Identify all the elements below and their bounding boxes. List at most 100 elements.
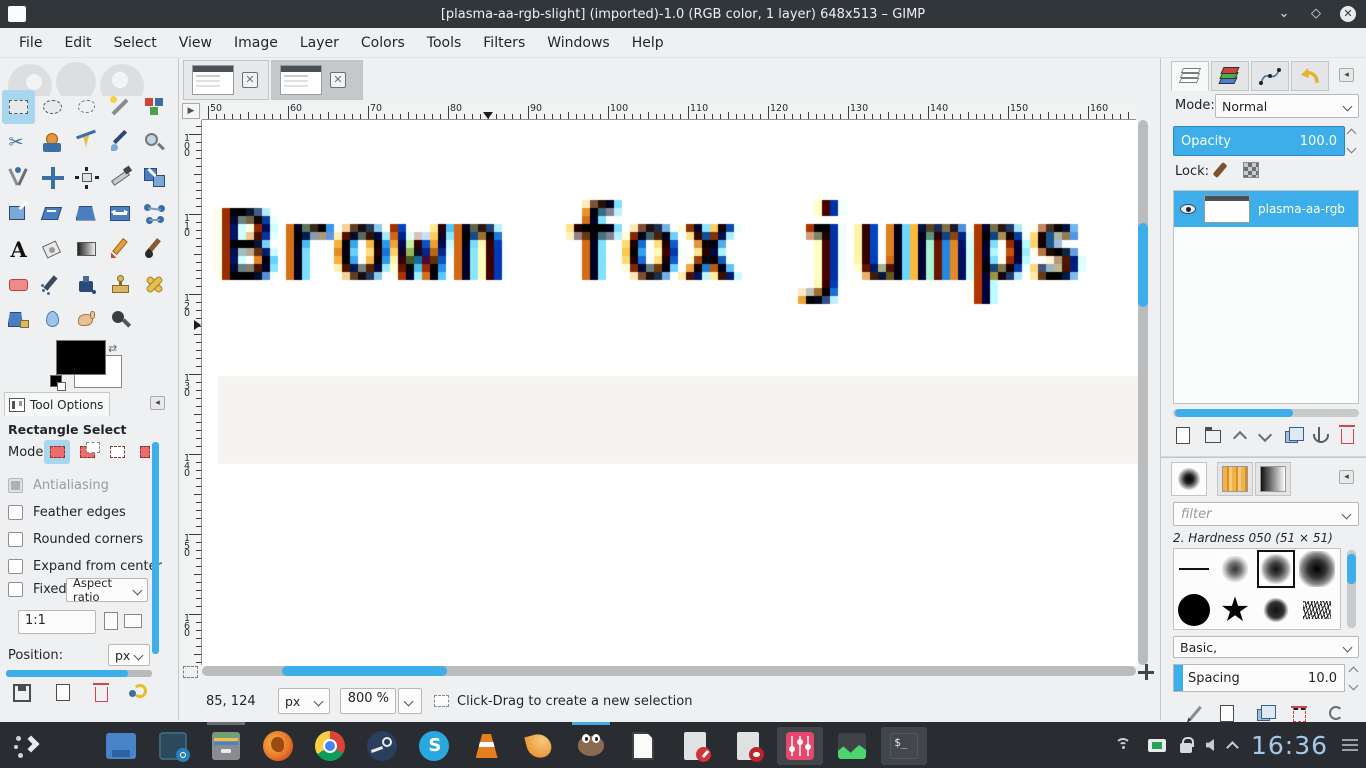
image-tab-1[interactable]: ✕ — [183, 60, 269, 100]
tool-align[interactable] — [70, 161, 103, 195]
taskbar-app-vlc[interactable] — [464, 727, 510, 765]
aspect-ratio-input[interactable]: 1:1 — [18, 610, 96, 634]
clock[interactable]: 16:36 — [1251, 731, 1328, 760]
taskbar-app-firefox[interactable] — [255, 727, 301, 765]
unit-dropdown[interactable]: px — [278, 688, 330, 714]
tool-paths[interactable] — [70, 126, 103, 160]
taskbar-app-terminal[interactable]: $_ — [881, 727, 927, 765]
lower-layer-button[interactable] — [1258, 428, 1272, 442]
brush-soft-dot-small[interactable] — [1215, 549, 1255, 589]
brush-soft-dot-medium[interactable] — [1256, 549, 1296, 589]
menu-layer[interactable]: Layer — [289, 31, 350, 55]
landscape-button[interactable] — [124, 614, 142, 628]
brush-group-dropdown[interactable]: Basic, — [1173, 636, 1359, 658]
taskbar-app-steam[interactable] — [359, 727, 405, 765]
tool-dodge-burn[interactable] — [104, 303, 137, 337]
brush-chalk[interactable] — [1256, 590, 1296, 630]
refresh-brushes-button[interactable] — [1329, 706, 1343, 720]
swap-colors-icon[interactable]: ⇄ — [108, 342, 117, 355]
collapse-dock-button[interactable]: ◂ — [150, 396, 165, 410]
zoom-input[interactable]: 800 % — [340, 688, 396, 714]
taskbar-app-archive-manager[interactable] — [203, 727, 249, 765]
tool-airbrush[interactable] — [36, 268, 69, 302]
taskbar-app-chrome[interactable] — [307, 727, 353, 765]
checkbox-expand-from-center[interactable] — [8, 559, 23, 574]
delete-brush-button[interactable] — [1293, 707, 1306, 722]
tab-undo-history[interactable] — [1291, 61, 1329, 91]
tool-crop[interactable] — [104, 161, 137, 195]
menu-view[interactable]: View — [168, 31, 223, 55]
brush-grid-vscrollbar[interactable] — [1347, 550, 1356, 628]
tab-tool-options[interactable]: Tool Options — [4, 392, 110, 416]
tool-zoom[interactable] — [138, 126, 171, 160]
tool-clone[interactable] — [104, 268, 137, 302]
maximize-icon[interactable]: ◇ — [1308, 6, 1324, 22]
mode-replace-button[interactable] — [44, 440, 70, 464]
tab-paths[interactable] — [1251, 61, 1289, 91]
taskbar-app-libreoffice-document[interactable] — [620, 727, 666, 765]
tool-perspective[interactable] — [70, 197, 103, 231]
collapse-dock-button[interactable]: ◂ — [1339, 470, 1354, 484]
tool-free-select[interactable] — [70, 90, 103, 124]
vscrollbar-thumb[interactable] — [1138, 223, 1148, 307]
tool-bucket-fill[interactable] — [36, 232, 69, 266]
new-brush-button[interactable] — [1220, 705, 1234, 722]
menu-tools[interactable]: Tools — [416, 31, 473, 55]
spacing-slider[interactable]: Spacing 10.0 — [1173, 664, 1345, 692]
minimize-icon[interactable]: ⌄ — [1276, 6, 1292, 22]
new-layer-button[interactable] — [1176, 427, 1190, 444]
menu-colors[interactable]: Colors — [350, 31, 416, 55]
brush-star[interactable]: ★ — [1215, 590, 1255, 630]
checkbox-rounded-corners[interactable] — [8, 532, 23, 547]
menu-select[interactable]: Select — [103, 31, 168, 55]
panel-menu-icon[interactable] — [1342, 739, 1358, 751]
delete-layer-button[interactable] — [1341, 429, 1354, 444]
delete-preset-button[interactable] — [95, 687, 108, 702]
tool-scissors-select[interactable]: ✂ — [2, 126, 35, 160]
default-colors-icon[interactable] — [50, 375, 62, 387]
ruler-menu-button[interactable]: ▶ — [182, 103, 200, 119]
tab-channels[interactable] — [1211, 61, 1249, 91]
fixed-checkbox[interactable] — [8, 582, 23, 597]
tool-color-picker[interactable] — [104, 126, 137, 160]
quick-mask-toggle[interactable] — [183, 666, 198, 678]
taskbar-app-audio-mixer[interactable] — [777, 727, 823, 765]
navigation-pan-icon[interactable] — [1138, 664, 1154, 680]
collapse-dock-button[interactable]: ◂ — [1339, 68, 1354, 82]
new-layer-group-button[interactable] — [1205, 430, 1221, 443]
tool-shear[interactable] — [36, 197, 69, 231]
menu-windows[interactable]: Windows — [536, 31, 621, 55]
taskbar-app-skype[interactable]: S — [411, 727, 457, 765]
tool-heal[interactable] — [138, 268, 171, 302]
volume-icon[interactable] — [1206, 739, 1214, 751]
tool-perspective-clone[interactable] — [2, 303, 35, 337]
layer-mode-dropdown[interactable]: Normal — [1215, 94, 1359, 118]
taskbar-app-file-manager[interactable] — [98, 727, 144, 765]
tool-foreground-select[interactable] — [36, 126, 69, 160]
raise-layer-button[interactable] — [1233, 430, 1247, 444]
menu-file[interactable]: File — [8, 31, 53, 55]
tool-gradient[interactable] — [70, 232, 103, 266]
save-presets-button[interactable] — [13, 684, 31, 702]
hscrollbar-thumb[interactable] — [282, 666, 447, 676]
expand-tray-icon[interactable] — [1226, 741, 1239, 754]
taskbar-app-gimp[interactable] — [568, 727, 614, 765]
canvas-hscrollbar[interactable] — [202, 666, 1136, 676]
brush-line[interactable] — [1174, 549, 1214, 589]
tool-paintbrush[interactable] — [138, 232, 171, 266]
checkbox-feather-edges[interactable] — [8, 505, 23, 520]
taskbar-app-text-editor[interactable] — [672, 727, 718, 765]
edit-brush-button[interactable] — [1189, 706, 1202, 720]
tool-eraser[interactable] — [2, 268, 35, 302]
tool-blur-sharpen[interactable] — [36, 303, 69, 337]
tool-options-hscrollbar[interactable] — [6, 670, 152, 677]
mode-add-button[interactable] — [74, 440, 100, 464]
wifi-icon[interactable] — [1114, 737, 1134, 753]
tool-rectangle-select[interactable] — [2, 90, 35, 124]
tool-flip[interactable] — [104, 197, 137, 231]
tab-gradients[interactable] — [1255, 462, 1291, 496]
tool-cage-transform[interactable] — [138, 197, 171, 231]
layer-name[interactable]: plasma-aa-rgb — [1258, 202, 1345, 216]
layer-list-hscrollbar[interactable] — [1173, 409, 1359, 417]
duplicate-brush-button[interactable] — [1257, 709, 1270, 721]
